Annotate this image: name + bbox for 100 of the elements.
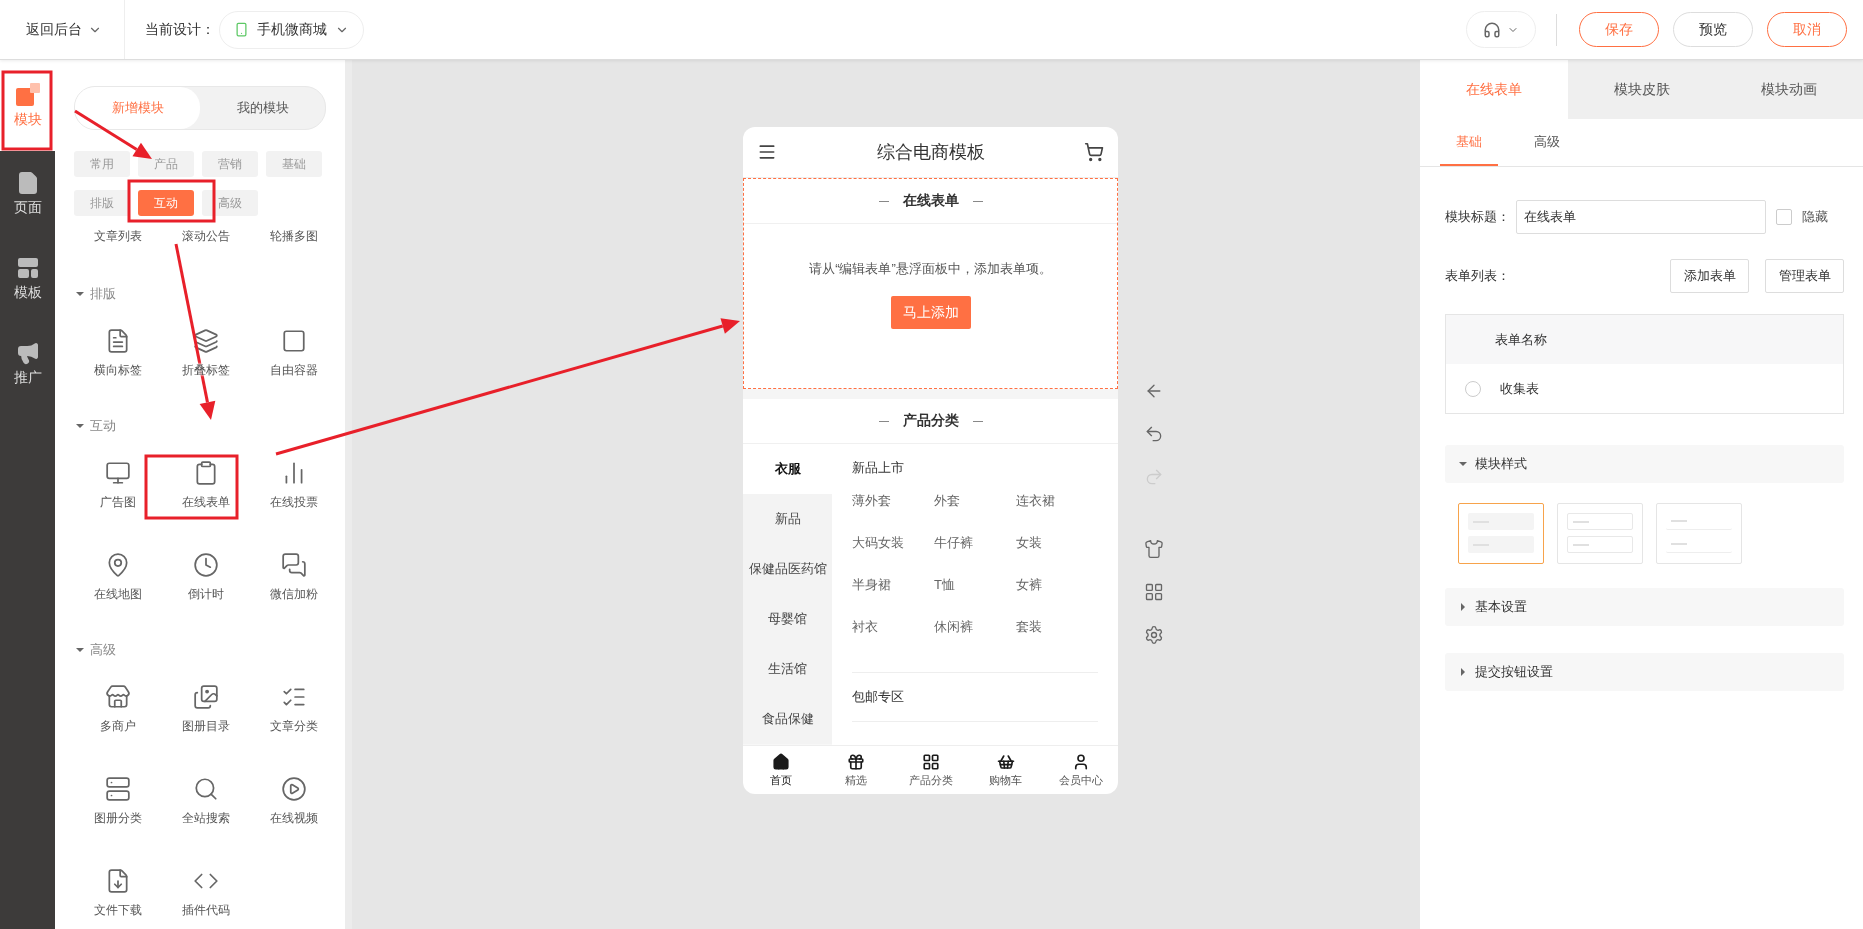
module-item[interactable]: 在线地图 (74, 538, 162, 630)
group-title[interactable]: 包邮专区 (852, 673, 1098, 721)
nav-tab[interactable]: 首页 (743, 746, 818, 794)
rail-tab[interactable]: 模板 (0, 236, 55, 321)
module-item[interactable]: 文章分类 (250, 670, 338, 762)
module-tab[interactable]: 我的模块 (200, 87, 325, 129)
subcategory-link[interactable]: 衬衣 (852, 618, 934, 660)
nav-tab[interactable]: 购物车 (968, 746, 1043, 794)
table-cell: 收集表 (1500, 379, 1539, 398)
module-title: 在线表单 (902, 192, 959, 210)
module-item[interactable]: 插件代码 (162, 854, 250, 929)
category-item[interactable]: 新品 (743, 494, 832, 544)
form-button[interactable]: 管理表单 (1765, 259, 1844, 293)
subcategory-link[interactable]: 套装 (1016, 618, 1098, 660)
blocks-icon (15, 82, 40, 107)
subcategory-link[interactable]: 女装 (1016, 534, 1098, 576)
module-item[interactable]: 在线投票 (250, 446, 338, 538)
module-label[interactable]: 滚动公告 (182, 228, 230, 245)
subcategory-link[interactable]: 牛仔裤 (934, 534, 1016, 576)
caret-down-icon (1459, 460, 1467, 468)
caret-down-icon (76, 290, 84, 298)
module-item[interactable]: 图册分类 (74, 762, 162, 854)
screen-icon (105, 460, 131, 486)
section-header[interactable]: 模块样式 (1445, 445, 1844, 483)
frame-icon (281, 328, 307, 354)
megaphone-icon (15, 340, 40, 365)
server-icon (105, 776, 131, 802)
module-item[interactable]: 在线视频 (250, 762, 338, 854)
nav-tab[interactable]: 精选 (818, 746, 893, 794)
category-item[interactable]: 生活馆 (743, 644, 832, 694)
panel-tab[interactable]: 模块动画 (1715, 60, 1863, 119)
design-label: 当前设计： (145, 20, 215, 39)
module-title: 产品分类 (902, 412, 959, 430)
subcategory-link[interactable]: 外套 (934, 492, 1016, 534)
subcategory-link[interactable]: 薄外套 (852, 492, 934, 534)
module-item[interactable]: 多商户 (74, 670, 162, 762)
subcategory-link[interactable]: T恤 (934, 576, 1016, 618)
panel-tab[interactable]: 模块皮肤 (1567, 60, 1716, 119)
module-item[interactable]: 广告图 (74, 446, 162, 538)
category-item[interactable]: 食品保健 (743, 694, 832, 744)
nav-tab[interactable]: 产品分类 (893, 746, 968, 794)
rail-tab[interactable]: 推广 (0, 321, 55, 406)
module-item[interactable]: 倒计时 (162, 538, 250, 630)
category-item[interactable]: 保健品医药馆 (743, 544, 832, 594)
toolbar-button[interactable]: 预览 (1673, 12, 1753, 47)
shirt-icon[interactable] (1143, 539, 1165, 561)
group-title[interactable]: 新品上市 (852, 444, 1098, 492)
section-header[interactable]: 互动 (74, 406, 116, 446)
layers-icon (193, 328, 219, 354)
subcategory-link[interactable]: 大码女装 (852, 534, 934, 576)
play-circle-icon (281, 776, 307, 802)
form-button[interactable]: 添加表单 (1670, 259, 1749, 293)
subcategory-link[interactable]: 连衣裙 (1016, 492, 1098, 534)
module-label[interactable]: 文章列表 (94, 228, 142, 245)
sub-tab[interactable]: 高级 (1518, 119, 1576, 166)
clock-icon (193, 552, 219, 578)
phone-title: 综合电商模板 (876, 141, 985, 164)
module-label[interactable]: 轮播多图 (270, 228, 318, 245)
radio-button[interactable] (1465, 380, 1481, 397)
rail-tab[interactable]: 页面 (0, 151, 55, 236)
field-label: 模块标题： (1445, 208, 1511, 226)
gift-icon (846, 752, 865, 771)
template-icon (15, 255, 40, 280)
section-header[interactable]: 基本设置 (1445, 588, 1844, 626)
module-item[interactable]: 图册目录 (162, 670, 250, 762)
module-item[interactable]: 文件下载 (74, 854, 162, 929)
clipboard-icon (193, 460, 219, 486)
column-header: 表单名称 (1495, 330, 1547, 349)
design-dropdown[interactable]: 手机微商城 (219, 10, 364, 49)
document-icon (105, 328, 131, 354)
module-item[interactable]: 横向标签 (74, 314, 162, 406)
basket-icon (996, 752, 1015, 771)
section-header[interactable]: 提交按钮设置 (1445, 653, 1844, 691)
home-icon (771, 752, 790, 771)
section-header[interactable]: 高级 (74, 630, 116, 670)
support-dropdown[interactable] (1466, 11, 1536, 48)
module-item[interactable]: 全站搜索 (162, 762, 250, 854)
hide-checkbox[interactable] (1776, 209, 1792, 225)
cart-icon[interactable] (1084, 142, 1104, 162)
subcategory-link[interactable]: 半身裙 (852, 576, 934, 618)
menu-icon[interactable] (757, 142, 777, 162)
empty-form-message: 请从“编辑表单”悬浮面板中，添加表单项。 (809, 260, 1052, 278)
module-item[interactable]: 自由容器 (250, 314, 338, 406)
section-header[interactable]: 排版 (74, 274, 116, 314)
settings-icon[interactable] (1143, 625, 1165, 647)
category-item[interactable]: 衣服 (743, 444, 832, 494)
subcategory-link[interactable]: 休闲裤 (934, 618, 1016, 660)
store-icon (105, 684, 131, 710)
nav-tab[interactable]: 会员中心 (1043, 746, 1118, 794)
subcategory-link[interactable]: 女裤 (1016, 576, 1098, 618)
back-dropdown[interactable]: 返回后台 (0, 0, 125, 59)
module-item[interactable]: 微信加粉 (250, 538, 338, 630)
category-item[interactable]: 母婴馆 (743, 594, 832, 644)
checkbox-label: 隐藏 (1802, 208, 1828, 226)
phone-icon (234, 22, 249, 37)
caret-right-icon (1459, 668, 1467, 676)
chat-bubbles-icon (281, 552, 307, 578)
module-item[interactable]: 在线表单 (162, 446, 250, 538)
title-input[interactable]: 在线表单 (1516, 200, 1766, 234)
headset-icon (1483, 20, 1501, 39)
